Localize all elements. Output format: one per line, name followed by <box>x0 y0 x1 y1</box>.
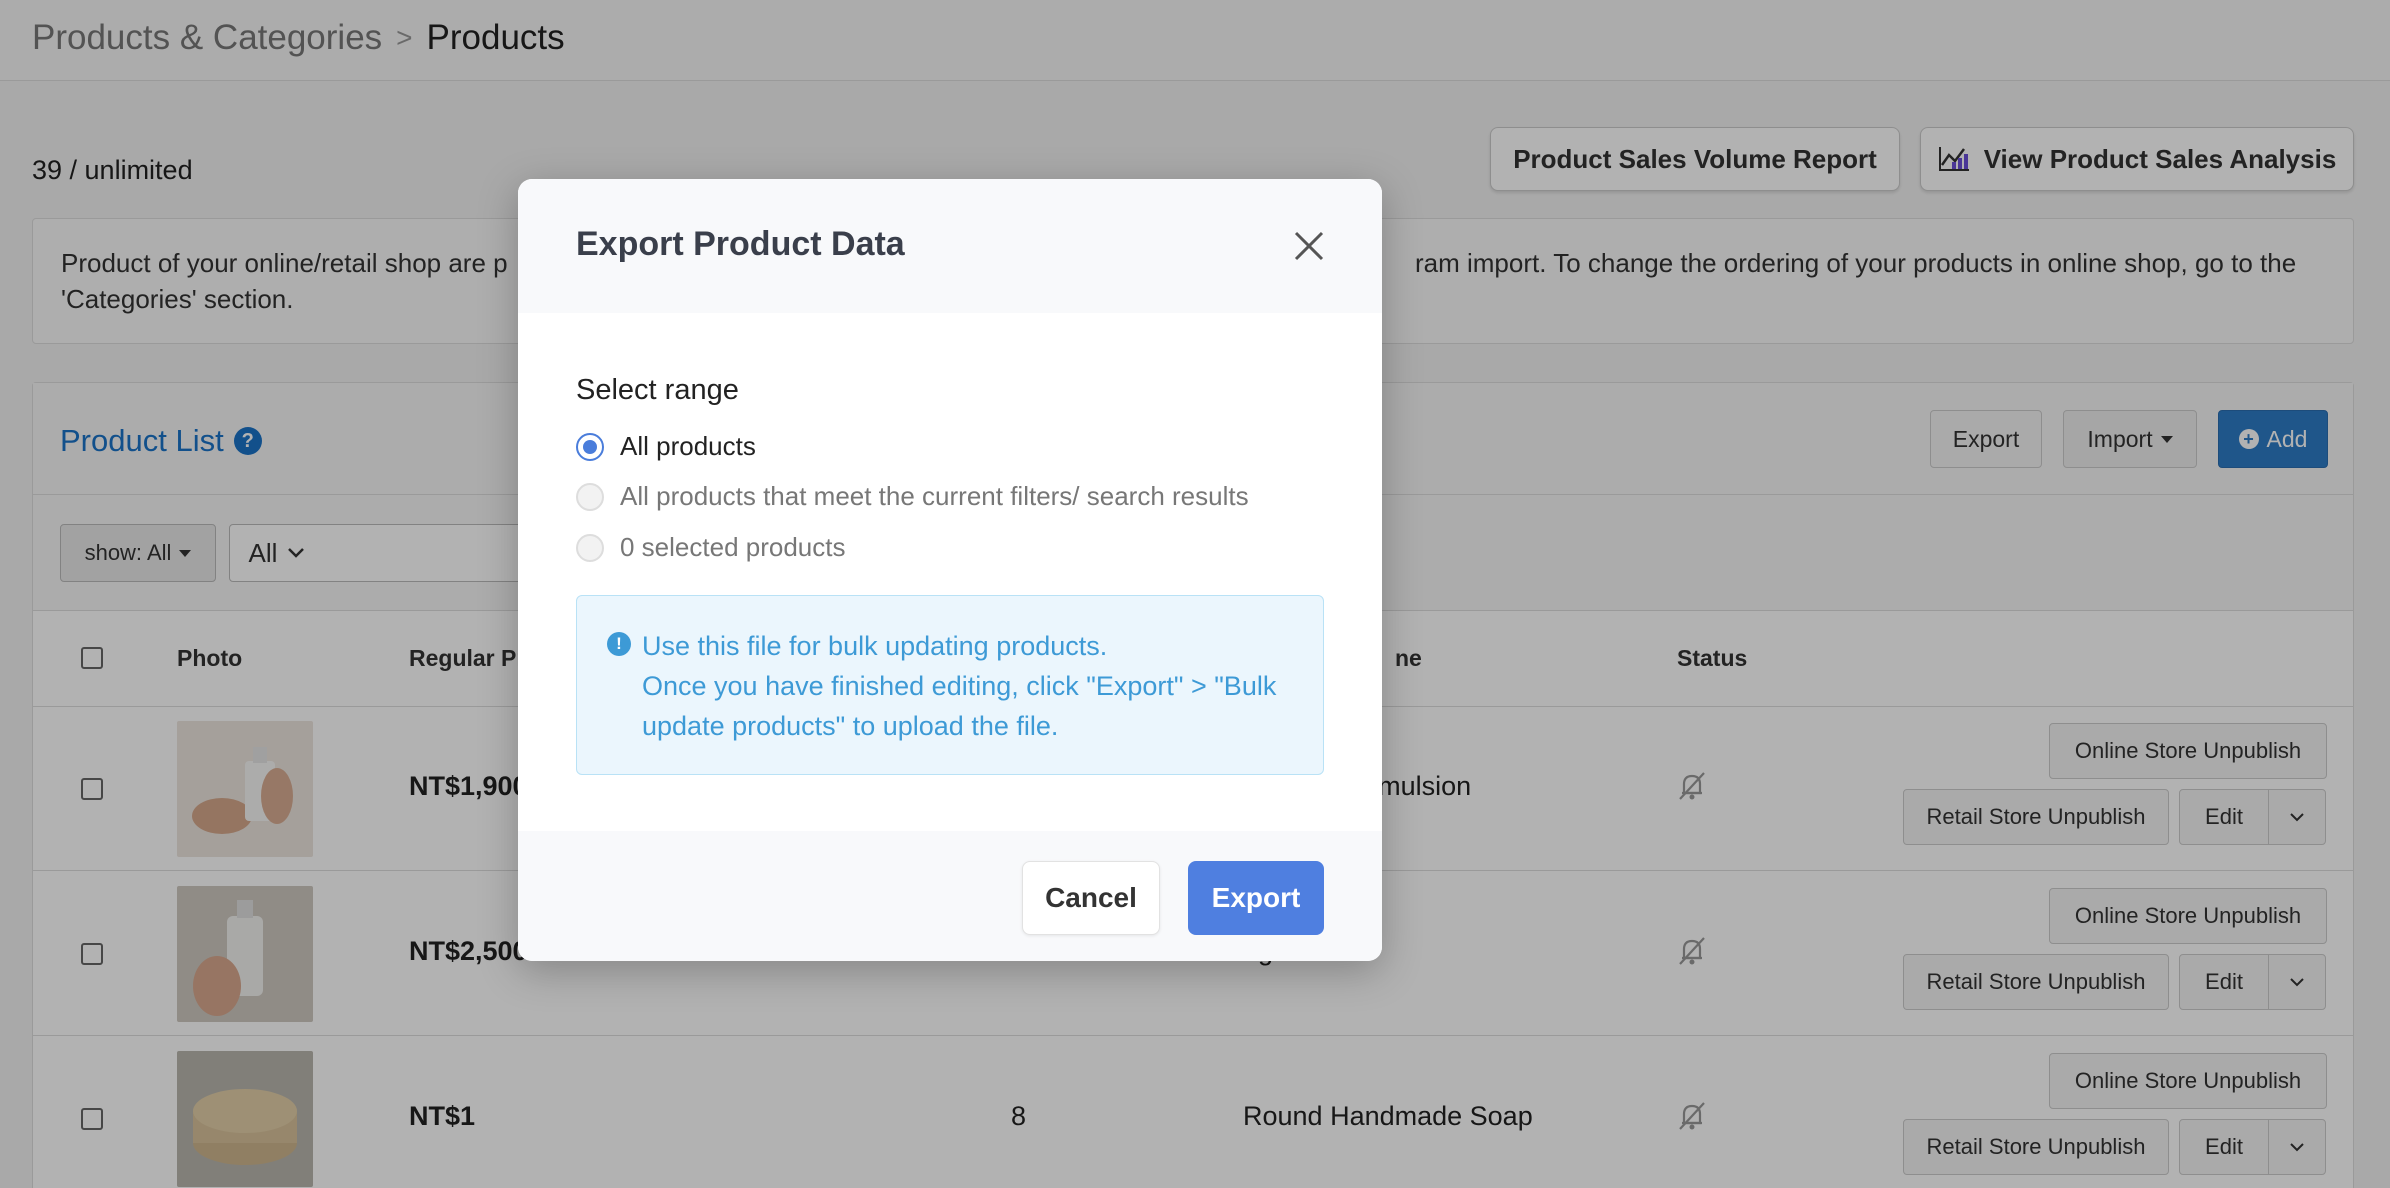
range-option-label: All products that meet the current filte… <box>620 481 1249 511</box>
export-product-data-dialog: Export Product Data Select range All pro… <box>518 179 1382 961</box>
close-icon[interactable] <box>1286 223 1332 269</box>
range-option-label: All products <box>620 431 756 461</box>
products-page: Products & Categories > Products 39 / un… <box>0 0 2390 1188</box>
modal-title: Export Product Data <box>576 225 905 263</box>
modal-footer: Cancel Export <box>518 831 1382 961</box>
range-option-label: 0 selected products <box>620 532 846 562</box>
range-option-selected[interactable]: 0 selected products <box>576 532 845 563</box>
cancel-button[interactable]: Cancel <box>1022 861 1160 935</box>
range-option-all[interactable]: All products <box>576 431 756 462</box>
info-icon: ! <box>607 632 631 656</box>
confirm-export-button[interactable]: Export <box>1188 861 1324 935</box>
radio-button-checked[interactable] <box>576 432 604 461</box>
range-option-filtered[interactable]: All products that meet the current filte… <box>576 481 1249 512</box>
radio-button[interactable] <box>576 533 604 562</box>
info-text-line-2: Once you have finished editing, click "E… <box>642 671 1277 741</box>
info-alert: ! Use this file for bulk updating produc… <box>576 595 1324 775</box>
modal-header: Export Product Data <box>518 179 1382 313</box>
info-text-line-1: Use this file for bulk updating products… <box>642 631 1108 661</box>
radio-button[interactable] <box>576 482 604 511</box>
select-range-label: Select range <box>576 374 739 406</box>
